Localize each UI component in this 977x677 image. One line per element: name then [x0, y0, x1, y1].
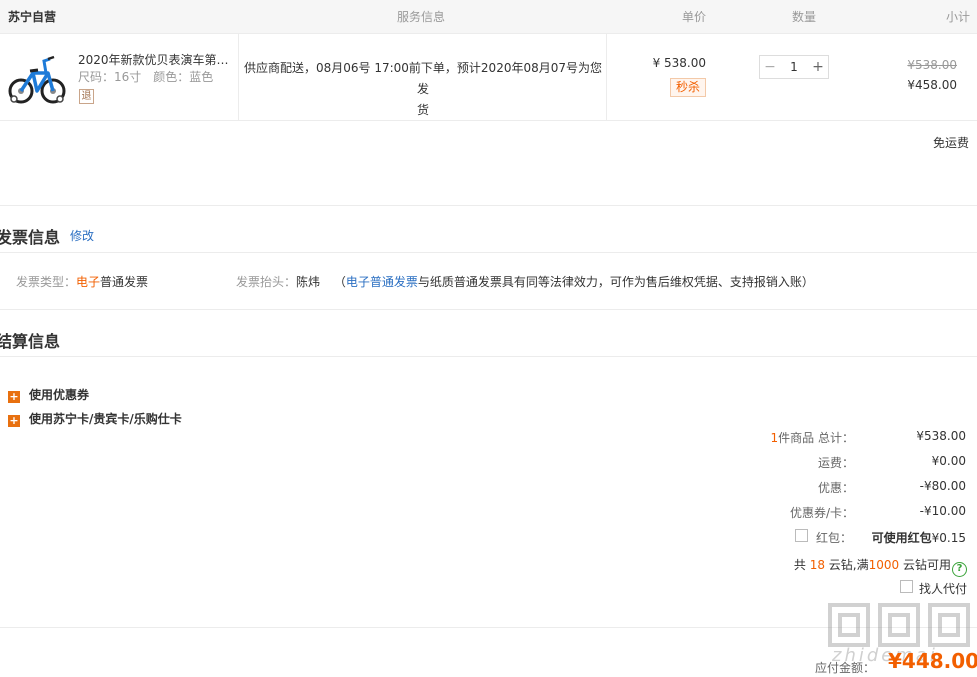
total-amount: ¥448.00	[888, 649, 977, 673]
final-subtotal: ¥458.00	[907, 78, 957, 92]
unit-price: ¥ 538.00	[652, 56, 706, 70]
quantity-stepper: − 1 +	[759, 55, 829, 79]
proxy-pay-label: 找人代付	[919, 582, 968, 596]
yunzuan-prefix: 共	[793, 558, 810, 572]
discount-value: -¥80.00	[919, 479, 966, 493]
column-divider	[238, 34, 239, 120]
invoice-type-value: 普通发票	[100, 275, 149, 289]
bicycle-image[interactable]	[8, 49, 66, 107]
item-total-text: 件商品 总计：	[778, 431, 854, 445]
e-invoice-link[interactable]: 电子普通发票	[346, 275, 418, 289]
yunzuan-mid: 云钻,满	[824, 558, 869, 572]
invoice-head: 发票抬头：陈炜 （电子普通发票与纸质普通发票具有同等法律效力，可作为售后维权凭据…	[236, 273, 814, 290]
yunzuan-threshold: 1000	[868, 558, 900, 572]
divider	[0, 356, 977, 357]
header-service: 服务信息	[397, 10, 446, 24]
product-row: 2020年新款优贝表演车第五代 尺码：16寸 颜色：蓝色 退 供应商配送，08月0…	[0, 34, 977, 121]
column-divider	[606, 34, 607, 120]
delivery-line-1: 供应商配送，08月06号 17:00前下单，预计2020年08月07号为您发	[243, 61, 602, 96]
use-coupon-toggle[interactable]: + 使用优惠券	[8, 386, 89, 403]
invoice-note: 与纸质普通发票具有同等法律效力，可作为售后维权凭据、支持报销入账	[417, 275, 802, 289]
product-title[interactable]: 2020年新款优贝表演车第五代	[78, 51, 236, 68]
settlement-section-title: 结算信息	[0, 332, 61, 351]
spec-color: 颜色：蓝色	[153, 70, 214, 84]
spec-size: 尺码：16寸	[78, 70, 142, 84]
invoice-note-open: （	[333, 275, 346, 289]
invoice-head-value: 陈炜	[296, 275, 321, 289]
divider	[0, 309, 977, 310]
yunzuan-suffix: 云钻可用	[899, 558, 951, 572]
qty-decrease-button[interactable]: −	[760, 56, 780, 78]
divider	[0, 252, 977, 253]
item-total-label: 1件商品 总计：	[771, 429, 854, 446]
invoice-head-label: 发票抬头：	[236, 275, 297, 289]
yunzuan-info: 共 18 云钻,满1000 云钻可用?	[794, 556, 967, 577]
header-qty: 数量	[792, 10, 817, 24]
proxy-pay-checkbox[interactable]	[900, 580, 913, 593]
invoice-modify-link[interactable]: 修改	[70, 227, 94, 244]
invoice-type-label: 发票类型：	[16, 275, 77, 289]
delivery-line-2: 货	[416, 103, 429, 117]
invoice-type-accent: 电子	[76, 275, 101, 289]
header-price: 单价	[682, 10, 707, 24]
header-subtotal: 小计	[946, 10, 971, 24]
invoice-section-title: 发票信息	[0, 228, 61, 247]
use-card-toggle[interactable]: + 使用苏宁卡/贵宾卡/乐购仕卡	[8, 410, 182, 427]
shipping-label: 运费：	[817, 456, 854, 470]
hongbao-label: 红包：	[816, 531, 853, 545]
hongbao-available-label: 可使用红包	[871, 531, 932, 545]
shipping-note: 免运费	[932, 136, 969, 150]
qty-increase-button[interactable]: +	[808, 56, 828, 78]
item-total-value: ¥538.00	[916, 429, 966, 443]
coupon-label: 优惠券/卡：	[789, 506, 854, 520]
store-name: 苏宁自营	[8, 10, 57, 24]
yunzuan-count: 18	[809, 558, 825, 572]
help-icon[interactable]: ?	[952, 562, 967, 577]
hongbao-available-value: ¥0.15	[931, 531, 966, 545]
expand-plus-icon: +	[8, 414, 20, 427]
invoice-type: 发票类型：电子普通发票	[16, 273, 148, 290]
cart-table-header: 苏宁自营 服务信息 单价 数量 小计	[0, 0, 977, 34]
divider	[0, 205, 977, 206]
hongbao-checkbox[interactable]	[795, 529, 808, 542]
invoice-note-close: ）	[801, 275, 814, 289]
delivery-info: 供应商配送，08月06号 17:00前下单，预计2020年08月07号为您发 货	[240, 58, 606, 121]
total-label: 应付金额：	[815, 661, 876, 675]
use-card-label: 使用苏宁卡/贵宾卡/乐购仕卡	[29, 412, 182, 426]
expand-plus-icon: +	[8, 390, 20, 403]
original-subtotal: ¥538.00	[907, 58, 957, 72]
discount-label: 优惠：	[817, 481, 854, 495]
hongbao-available: 可使用红包¥0.15	[872, 529, 966, 546]
product-spec: 尺码：16寸 颜色：蓝色	[78, 68, 213, 85]
flash-sale-badge: 秒杀	[670, 78, 706, 97]
return-badge: 退	[79, 89, 94, 104]
qty-input[interactable]: 1	[780, 56, 808, 78]
coupon-value: -¥10.00	[919, 504, 966, 518]
use-coupon-label: 使用优惠券	[29, 388, 90, 402]
shipping-value: ¥0.00	[931, 454, 966, 468]
